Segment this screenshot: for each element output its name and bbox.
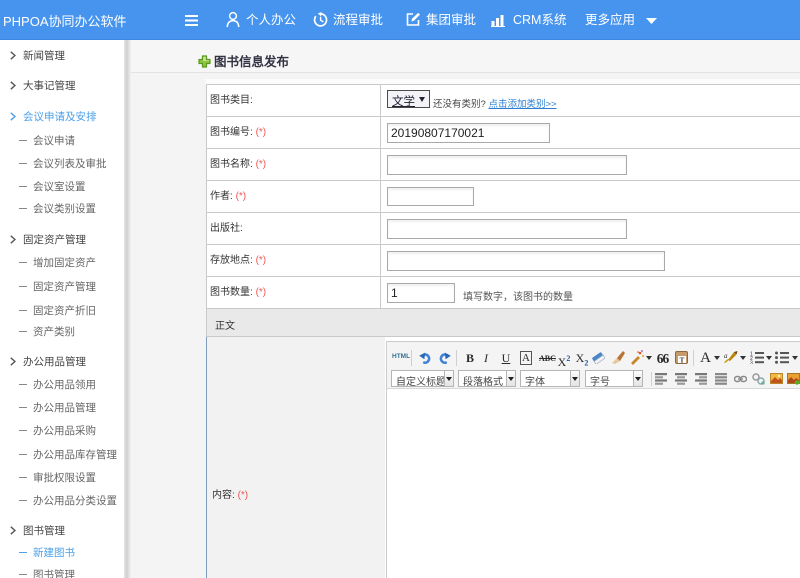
svg-text:T: T [680,357,685,365]
svg-text:a: a [724,352,728,360]
svg-text:3: 3 [750,361,753,365]
